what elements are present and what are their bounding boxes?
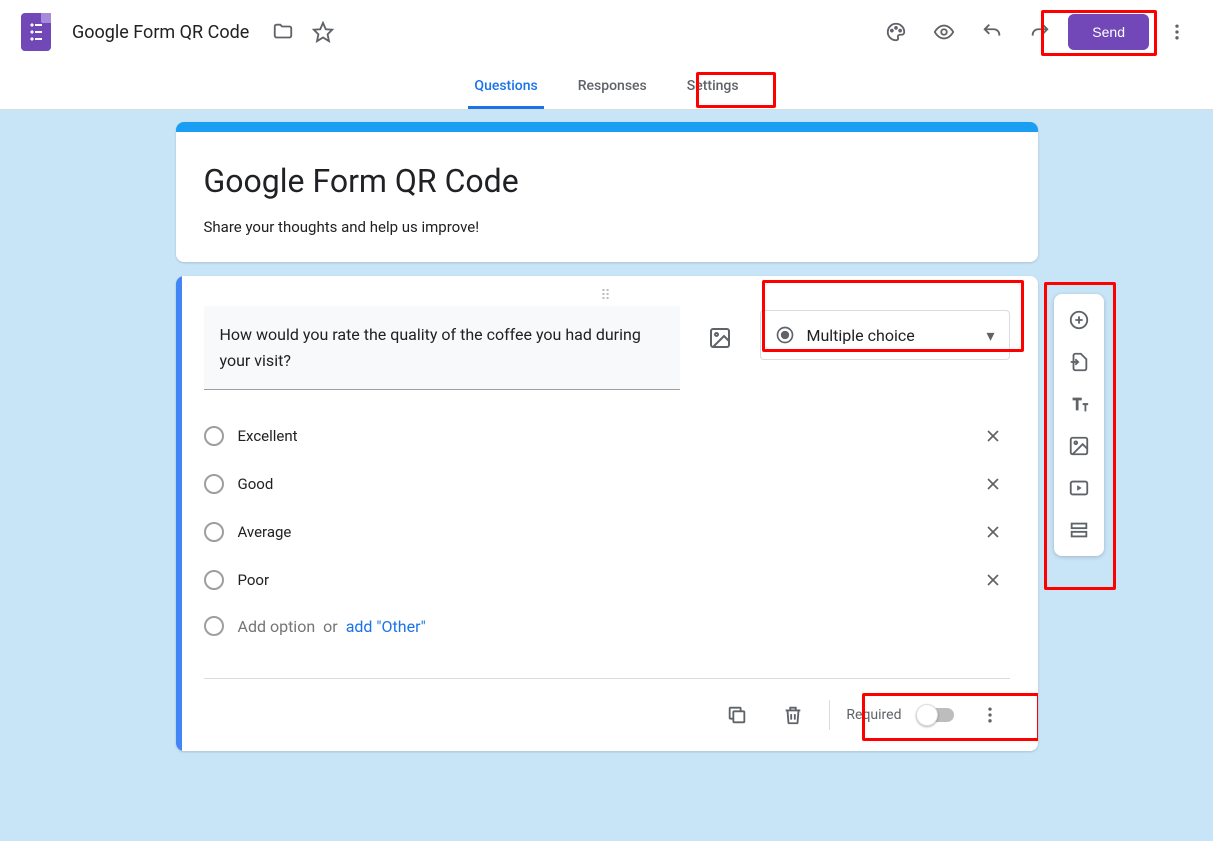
- required-toggle[interactable]: [918, 708, 954, 722]
- or-text: or: [323, 617, 338, 636]
- remove-option-button[interactable]: [976, 419, 1010, 453]
- close-icon: [983, 570, 1003, 590]
- remove-option-button[interactable]: [976, 515, 1010, 549]
- forms-logo: [16, 12, 56, 52]
- option-row[interactable]: Good: [204, 460, 1010, 508]
- active-indicator: [176, 276, 182, 751]
- more-menu-button[interactable]: [1157, 12, 1197, 52]
- drag-handle-icon[interactable]: ⠿: [204, 288, 1010, 306]
- import-icon: [1068, 351, 1090, 373]
- radio-icon: [204, 522, 224, 542]
- add-other-button[interactable]: add "Other": [346, 617, 426, 636]
- star-icon: [312, 21, 334, 43]
- undo-button[interactable]: [972, 12, 1012, 52]
- video-icon: [1068, 477, 1090, 499]
- document-title[interactable]: Google Form QR Code: [72, 22, 249, 43]
- palette-icon: [885, 21, 907, 43]
- option-list: Excellent Good Average: [204, 412, 1010, 648]
- workspace: Google Form QR Code Share your thoughts …: [0, 110, 1213, 841]
- move-to-folder-button[interactable]: [263, 12, 303, 52]
- add-image-button[interactable]: [1059, 426, 1099, 466]
- question-card[interactable]: ⠿ How would you rate the quality of the …: [176, 276, 1038, 751]
- add-title-button[interactable]: [1059, 384, 1099, 424]
- option-row[interactable]: Poor: [204, 556, 1010, 604]
- question-footer: Required: [204, 679, 1010, 751]
- tab-questions[interactable]: Questions: [468, 64, 543, 109]
- form-header-card[interactable]: Google Form QR Code Share your thoughts …: [176, 122, 1038, 262]
- tab-settings[interactable]: Settings: [681, 64, 745, 109]
- add-video-button[interactable]: [1059, 468, 1099, 508]
- option-input[interactable]: Average: [238, 523, 962, 541]
- app-header: Google Form QR Code Send: [0, 0, 1213, 64]
- customize-theme-button[interactable]: [876, 12, 916, 52]
- option-row[interactable]: Average: [204, 508, 1010, 556]
- required-label: Required: [846, 707, 901, 723]
- close-icon: [983, 426, 1003, 446]
- more-vert-icon: [980, 705, 1000, 725]
- chevron-down-icon: ▾: [986, 326, 994, 345]
- preview-button[interactable]: [924, 12, 964, 52]
- undo-icon: [981, 21, 1003, 43]
- add-image-button[interactable]: [698, 316, 742, 360]
- redo-icon: [1029, 21, 1051, 43]
- add-option-button[interactable]: Add option: [238, 617, 316, 636]
- image-icon: [708, 326, 732, 350]
- option-input[interactable]: Poor: [238, 571, 962, 589]
- copy-icon: [726, 704, 748, 726]
- question-type-select[interactable]: Multiple choice ▾: [760, 310, 1010, 360]
- delete-button[interactable]: [773, 695, 813, 735]
- tabs-bar: Questions Responses Settings: [0, 64, 1213, 110]
- radio-icon: [775, 325, 795, 345]
- more-vert-icon: [1167, 22, 1187, 42]
- star-button[interactable]: [303, 12, 343, 52]
- trash-icon: [782, 704, 804, 726]
- question-text-input[interactable]: How would you rate the quality of the co…: [204, 306, 680, 390]
- plus-circle-icon: [1068, 309, 1090, 331]
- close-icon: [983, 474, 1003, 494]
- eye-icon: [933, 21, 955, 43]
- remove-option-button[interactable]: [976, 467, 1010, 501]
- duplicate-button[interactable]: [717, 695, 757, 735]
- form-description[interactable]: Share your thoughts and help us improve!: [204, 218, 1010, 236]
- text-icon: [1068, 393, 1090, 415]
- radio-icon: [204, 426, 224, 446]
- question-type-label: Multiple choice: [807, 326, 915, 345]
- radio-icon: [204, 474, 224, 494]
- option-row[interactable]: Excellent: [204, 412, 1010, 460]
- radio-icon: [204, 616, 224, 636]
- side-toolbar: [1054, 294, 1104, 556]
- add-option-row: Add option or add "Other": [204, 604, 1010, 648]
- image-icon: [1068, 435, 1090, 457]
- section-icon: [1068, 519, 1090, 541]
- remove-option-button[interactable]: [976, 563, 1010, 597]
- option-input[interactable]: Good: [238, 475, 962, 493]
- import-questions-button[interactable]: [1059, 342, 1099, 382]
- option-input[interactable]: Excellent: [238, 427, 962, 445]
- form-title[interactable]: Google Form QR Code: [204, 162, 1010, 200]
- redo-button[interactable]: [1020, 12, 1060, 52]
- folder-icon: [272, 21, 294, 43]
- question-more-button[interactable]: [970, 695, 1010, 735]
- add-section-button[interactable]: [1059, 510, 1099, 550]
- send-button[interactable]: Send: [1068, 14, 1149, 50]
- add-question-button[interactable]: [1059, 300, 1099, 340]
- radio-icon: [204, 570, 224, 590]
- close-icon: [983, 522, 1003, 542]
- tab-responses[interactable]: Responses: [572, 64, 653, 109]
